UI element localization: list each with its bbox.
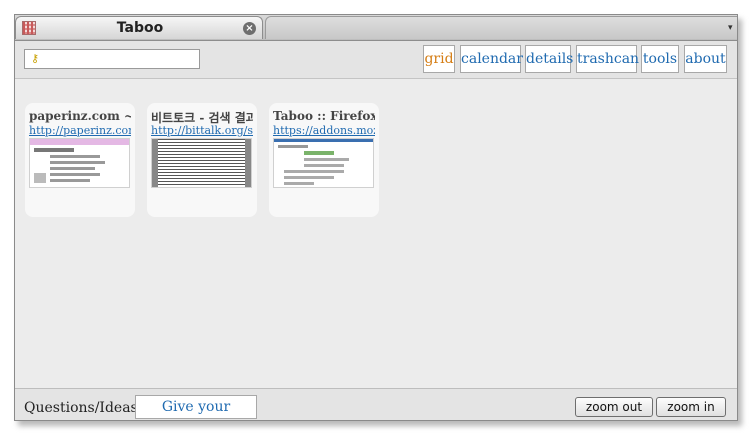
taboo-window: Taboo × ▾ ⚷ grid calendar details trashc… bbox=[14, 14, 738, 421]
search-key-icon: ⚷ bbox=[31, 52, 40, 65]
card-url[interactable]: http://bittalk.org/search bbox=[151, 124, 253, 137]
card-url[interactable]: https://addons.mozilla.org bbox=[273, 124, 375, 137]
tab-strip-empty: ▾ bbox=[265, 16, 737, 39]
questions-label: Questions/Ideas? bbox=[24, 400, 146, 416]
nav-details[interactable]: details bbox=[525, 45, 573, 73]
nav-grid[interactable]: grid bbox=[423, 45, 455, 73]
tab-card[interactable]: paperinz.com ~♡ http://paperinz.com/ bbox=[25, 103, 135, 217]
tab-taboo[interactable]: Taboo × bbox=[15, 16, 263, 39]
list-all-tabs-icon[interactable]: ▾ bbox=[728, 23, 737, 35]
close-tab-icon[interactable]: × bbox=[243, 22, 256, 35]
zoom-out-button[interactable]: zoom out bbox=[575, 397, 653, 417]
nav-tools[interactable]: tools bbox=[641, 45, 679, 73]
zoom-in-button[interactable]: zoom in bbox=[656, 397, 726, 417]
nav-about[interactable]: about bbox=[684, 45, 727, 73]
tab-card[interactable]: 비트토크 - 검색 결과 http://bittalk.org/search bbox=[147, 103, 257, 217]
card-title: paperinz.com ~♡ bbox=[29, 109, 131, 123]
footer-bar: Questions/Ideas? Give your Feedback zoom… bbox=[15, 388, 737, 420]
nav-calendar[interactable]: calendar bbox=[460, 45, 523, 73]
tab-title: Taboo bbox=[116, 20, 164, 36]
nav-trashcan[interactable]: trashcan bbox=[576, 45, 639, 73]
card-url[interactable]: http://paperinz.com/ bbox=[29, 124, 131, 137]
page-thumbnail[interactable] bbox=[273, 138, 374, 188]
tab-strip: Taboo × ▾ bbox=[15, 15, 737, 41]
page-thumbnail[interactable] bbox=[29, 138, 130, 188]
search-input[interactable]: ⚷ bbox=[24, 49, 200, 69]
card-title: Taboo :: Firefox Add-ons bbox=[273, 109, 375, 123]
page-thumbnail[interactable] bbox=[151, 138, 252, 188]
tab-card[interactable]: Taboo :: Firefox Add-ons https://addons.… bbox=[269, 103, 379, 217]
grid-view: paperinz.com ~♡ http://paperinz.com/ 비트토… bbox=[15, 79, 737, 388]
toolbar: ⚷ grid calendar details trashcan tools a… bbox=[15, 41, 737, 79]
feedback-link[interactable]: Give your Feedback bbox=[135, 395, 257, 419]
